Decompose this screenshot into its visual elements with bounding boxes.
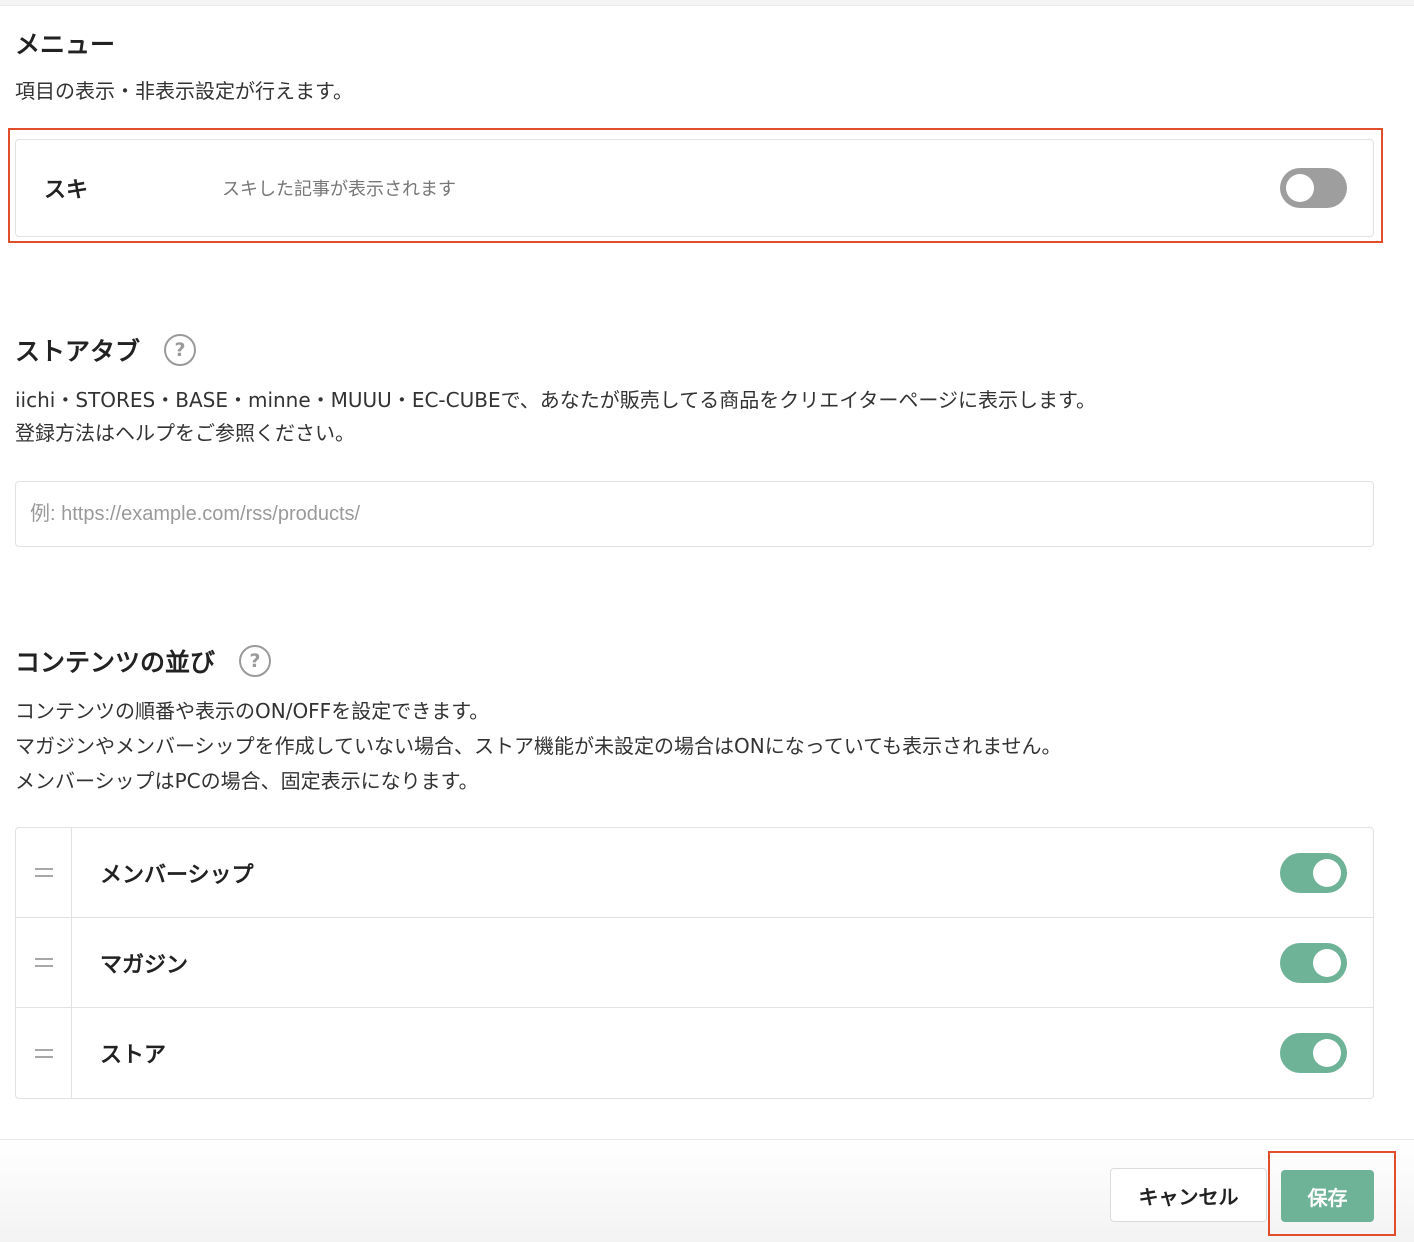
content-order-list: メンバーシップ マガジン ストア	[15, 827, 1374, 1099]
cancel-button[interactable]: キャンセル	[1110, 1168, 1267, 1222]
content-order-description-line: マガジンやメンバーシップを作成していない場合、ストア機能が未設定の場合はONにな…	[15, 734, 1062, 758]
content-order-section: コンテンツの並び ? コンテンツの順番や表示のON/OFFを設定できます。 マガ…	[15, 644, 1375, 799]
help-icon[interactable]: ?	[239, 645, 272, 677]
footer-bar: キャンセル 保存	[0, 1139, 1414, 1242]
save-button[interactable]: 保存	[1281, 1170, 1374, 1222]
store-tab-section: ストアタブ ? iichi・STORES・BASE・minne・MUUU・EC-…	[15, 333, 1375, 451]
list-item-magazine: マガジン	[16, 918, 1373, 1008]
store-tab-title: ストアタブ	[15, 337, 141, 366]
help-icon[interactable]: ?	[164, 334, 197, 366]
drag-handle-icon[interactable]	[16, 1008, 72, 1098]
list-item-membership: メンバーシップ	[16, 828, 1373, 918]
suki-description: スキした記事が表示されます	[222, 179, 456, 200]
membership-toggle[interactable]	[1280, 853, 1347, 893]
content-order-title: コンテンツの並び	[15, 648, 216, 677]
store-tab-description-line2: 登録方法はヘルプをご参照ください。	[15, 421, 355, 445]
content-order-description: コンテンツの順番や表示のON/OFFを設定できます。 マガジンやメンバーシップを…	[15, 694, 1375, 799]
suki-row: スキ スキした記事が表示されます	[15, 139, 1374, 237]
suki-label: スキ	[44, 178, 89, 203]
menu-title: メニュー	[15, 30, 116, 59]
drag-handle-icon[interactable]	[16, 918, 72, 1007]
store-toggle[interactable]	[1280, 1033, 1347, 1073]
toggle-knob	[1286, 174, 1314, 202]
list-item-store: ストア	[16, 1008, 1373, 1098]
list-item-label: ストア	[100, 1043, 167, 1068]
drag-handle-icon[interactable]	[16, 828, 72, 917]
content-order-heading: コンテンツの並び ?	[15, 644, 1375, 678]
menu-section: メニュー 項目の表示・非表示設定が行えます。	[15, 26, 1375, 109]
toggle-knob	[1313, 1039, 1341, 1067]
list-item-label: マガジン	[100, 952, 189, 978]
store-tab-description: iichi・STORES・BASE・minne・MUUU・EC-CUBEで、あな…	[15, 383, 1375, 451]
list-item-label: メンバーシップ	[100, 862, 254, 888]
top-strip	[0, 0, 1414, 6]
magazine-toggle[interactable]	[1280, 943, 1347, 983]
store-tab-heading: ストアタブ ?	[15, 333, 1375, 367]
store-tab-description-line1: iichi・STORES・BASE・minne・MUUU・EC-CUBEで、あな…	[15, 388, 1097, 412]
content-order-description-line: コンテンツの順番や表示のON/OFFを設定できます。	[15, 699, 490, 723]
content-order-description-line: メンバーシップはPCの場合、固定表示になります。	[15, 769, 479, 793]
toggle-knob	[1313, 859, 1341, 887]
toggle-knob	[1313, 949, 1341, 977]
store-rss-url-input[interactable]	[15, 481, 1374, 547]
suki-toggle[interactable]	[1280, 168, 1347, 208]
menu-description: 項目の表示・非表示設定が行えます。	[15, 79, 353, 103]
